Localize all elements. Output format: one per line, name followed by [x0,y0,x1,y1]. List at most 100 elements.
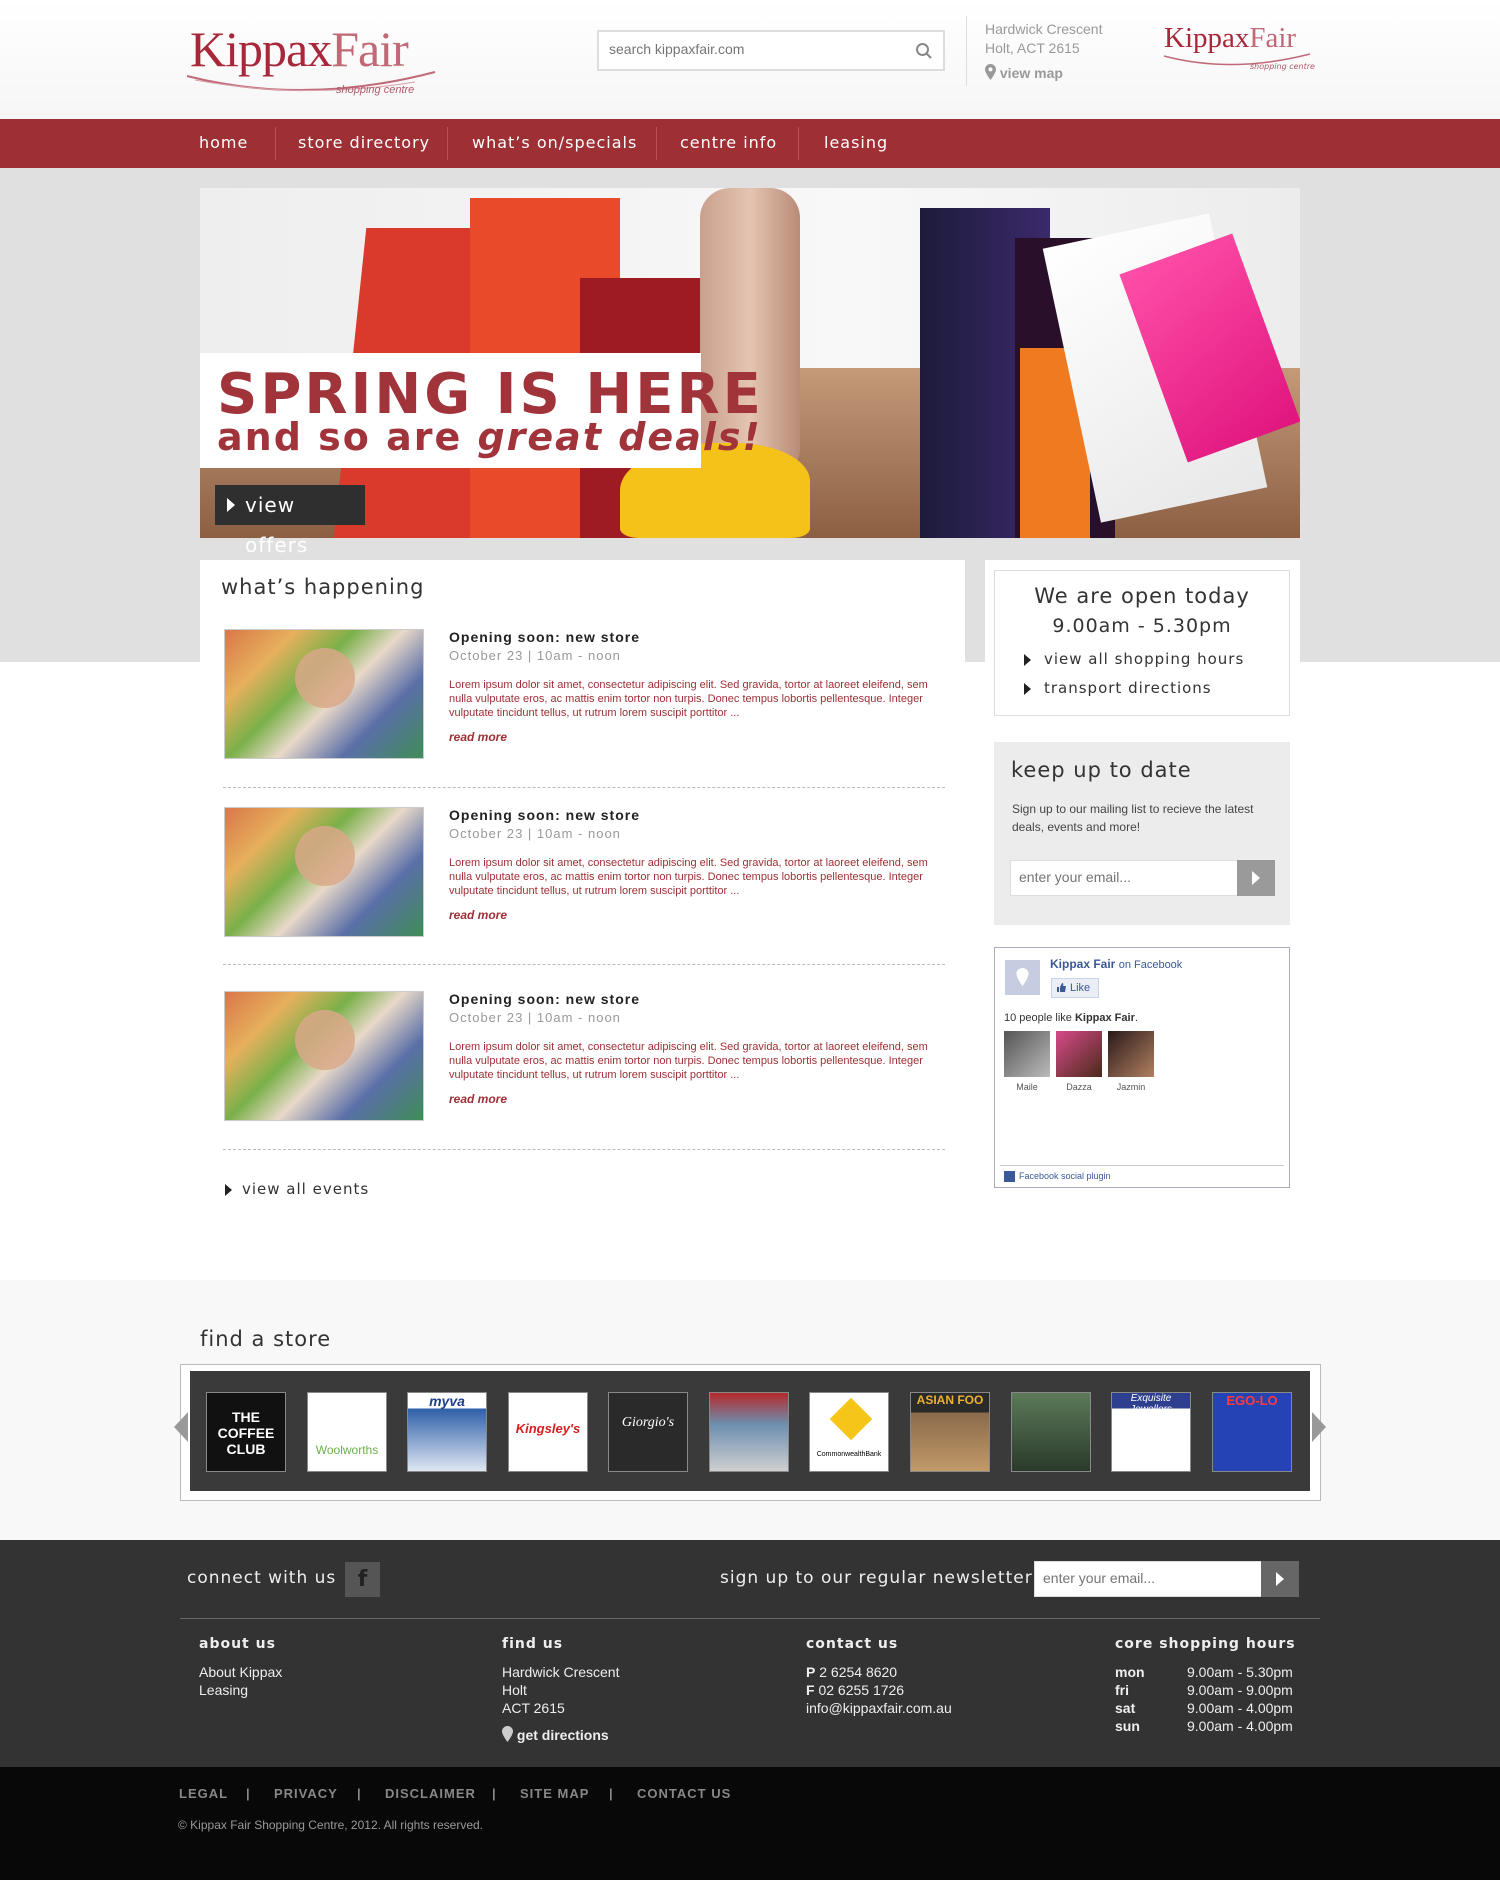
facebook-like-button[interactable]: Like [1051,978,1099,998]
facebook-fan-name[interactable]: Maile [1004,1082,1050,1092]
footer-about-kippax-link[interactable]: About Kippax [199,1663,282,1681]
open-today-hours: 9.00am - 5.30pm [1052,615,1232,637]
event-image[interactable] [224,991,424,1121]
footer-contact-heading: contact us [806,1636,899,1652]
event-date: October 23 | 10am - noon [449,648,621,663]
disclaimer-link[interactable]: DISCLAIMER [385,1786,476,1801]
view-offers-button[interactable]: view offers [215,485,365,557]
footer-leasing-link[interactable]: Leasing [199,1681,248,1699]
link-separator: | [246,1786,251,1801]
carousel-next-arrow-icon[interactable] [1312,1412,1326,1442]
footer-divider [180,1618,1320,1619]
view-map-link[interactable]: view map [985,64,1063,81]
nav-separator [656,127,657,160]
arrow-right-icon [1024,654,1031,666]
view-all-events-link[interactable]: view all events [225,1180,369,1198]
carousel-prev-arrow-icon[interactable] [174,1412,188,1442]
link-separator: | [609,1786,614,1801]
event-divider [223,964,945,965]
event-date: October 23 | 10am - noon [449,826,621,841]
whats-happening-heading: what’s happening [221,575,425,599]
nav-home[interactable]: home [199,119,248,168]
legal-link[interactable]: LEGAL [179,1786,228,1801]
event-image[interactable] [224,629,424,759]
hours-time: 9.00am - 4.00pm [1187,1718,1293,1734]
footer-address-line: Holt [502,1682,527,1698]
facebook-fan-avatar[interactable] [1004,1031,1050,1077]
facebook-like-count: 10 people like Kippax Fair. [1004,1012,1138,1024]
read-more-link[interactable]: read more [449,730,507,744]
secondary-logo-subtitle: shopping centre [1250,62,1315,71]
search-icon[interactable] [915,42,933,60]
footer-email-link[interactable]: info@kippaxfair.com.au [806,1699,952,1717]
read-more-link[interactable]: read more [449,908,507,922]
event-body: Lorem ipsum dolor sit amet, consectetur … [449,857,928,897]
view-shopping-hours-link[interactable]: view all shopping hours [1024,650,1244,668]
event-date: October 23 | 10am - noon [449,1010,621,1025]
contact-us-link[interactable]: CONTACT US [637,1786,731,1801]
facebook-page-avatar[interactable] [1005,960,1040,995]
store-logo-woolworths[interactable]: Woolworths [307,1392,387,1472]
hours-day: sun [1115,1718,1140,1734]
nav-centre-info[interactable]: centre info [680,119,777,168]
read-more-link[interactable]: read more [449,1092,507,1106]
facebook-plugin-link[interactable]: Facebook social plugin [1004,1171,1111,1182]
event-image[interactable] [224,807,424,937]
hours-day: mon [1115,1664,1145,1680]
facebook-fan-name[interactable]: Dazza [1056,1082,1102,1092]
transport-directions-link[interactable]: transport directions [1024,679,1212,697]
facebook-icon[interactable]: f [345,1562,380,1597]
facebook-fan-avatar[interactable] [1108,1031,1154,1077]
logo-subtitle: shopping centre [336,84,415,96]
facebook-fan-avatar[interactable] [1056,1031,1102,1077]
nav-separator [798,127,799,160]
keep-up-to-date-heading: keep up to date [1011,758,1192,782]
hours-time: 9.00am - 4.00pm [1187,1700,1293,1716]
nav-separator [447,127,448,160]
link-separator: | [492,1786,497,1801]
header-address: Hardwick Crescent Holt, ACT 2615 [985,21,1103,56]
store-logo-store-photo[interactable] [709,1392,789,1472]
arrow-right-icon [1024,683,1031,695]
facebook-page-name[interactable]: Kippax Fair on Facebook [1050,957,1182,971]
newsletter-email-field[interactable] [1034,1561,1262,1597]
store-logo-kingsleys[interactable]: Kingsley's [508,1392,588,1472]
sidebar-email-submit-button[interactable] [1237,860,1275,896]
event-title[interactable]: Opening soon: new store [449,991,640,1007]
search-input[interactable] [609,41,909,57]
nav-leasing[interactable]: leasing [824,119,888,168]
footer-phone: P 2 6254 8620 [806,1664,898,1680]
facebook-fan-name[interactable]: Jazmin [1108,1082,1154,1092]
sidebar-email-field[interactable] [1010,860,1238,896]
footer-about-heading: about us [199,1636,276,1652]
map-pin-icon [1016,968,1029,986]
nav-store-directory[interactable]: store directory [298,119,430,168]
sidebar-email-input[interactable] [1019,869,1189,885]
site-map-link[interactable]: SITE MAP [520,1786,589,1801]
newsletter-email-input[interactable] [1043,1570,1213,1586]
event-divider [223,787,945,788]
event-title[interactable]: Opening soon: new store [449,629,640,645]
find-a-store-heading: find a store [200,1327,332,1351]
get-directions-link[interactable]: get directions [502,1726,609,1744]
site-search[interactable] [597,30,945,71]
footer-address-line: Hardwick Crescent [502,1664,620,1680]
newsletter-submit-button[interactable] [1261,1561,1299,1597]
store-logo-ego-lo[interactable]: EGO-LO [1212,1392,1292,1472]
link-separator: | [357,1786,362,1801]
store-logo-myva[interactable]: myva [407,1392,487,1472]
footer-address-line: ACT 2615 [502,1700,565,1716]
store-logo-coffee-club[interactable]: THE COFFEE CLUB [206,1392,286,1472]
thumbs-up-icon [1057,983,1066,992]
hero-subheadline: and so are great deals! [217,415,762,459]
event-body: Lorem ipsum dolor sit amet, consectetur … [449,1041,928,1081]
store-logo-exquisite-jewellers[interactable]: Exquisite Jewellers [1111,1392,1191,1472]
store-logo-restaurant-photo[interactable] [1011,1392,1091,1472]
open-today-title: We are open today [1034,584,1250,608]
store-logo-giorgios[interactable]: Giorgio's [608,1392,688,1472]
nav-whats-on[interactable]: what’s on/specials [472,119,637,168]
event-divider [223,1149,945,1150]
store-logo-asian-food[interactable]: ASIAN FOO [910,1392,990,1472]
privacy-link[interactable]: PRIVACY [274,1786,338,1801]
event-title[interactable]: Opening soon: new store [449,807,640,823]
